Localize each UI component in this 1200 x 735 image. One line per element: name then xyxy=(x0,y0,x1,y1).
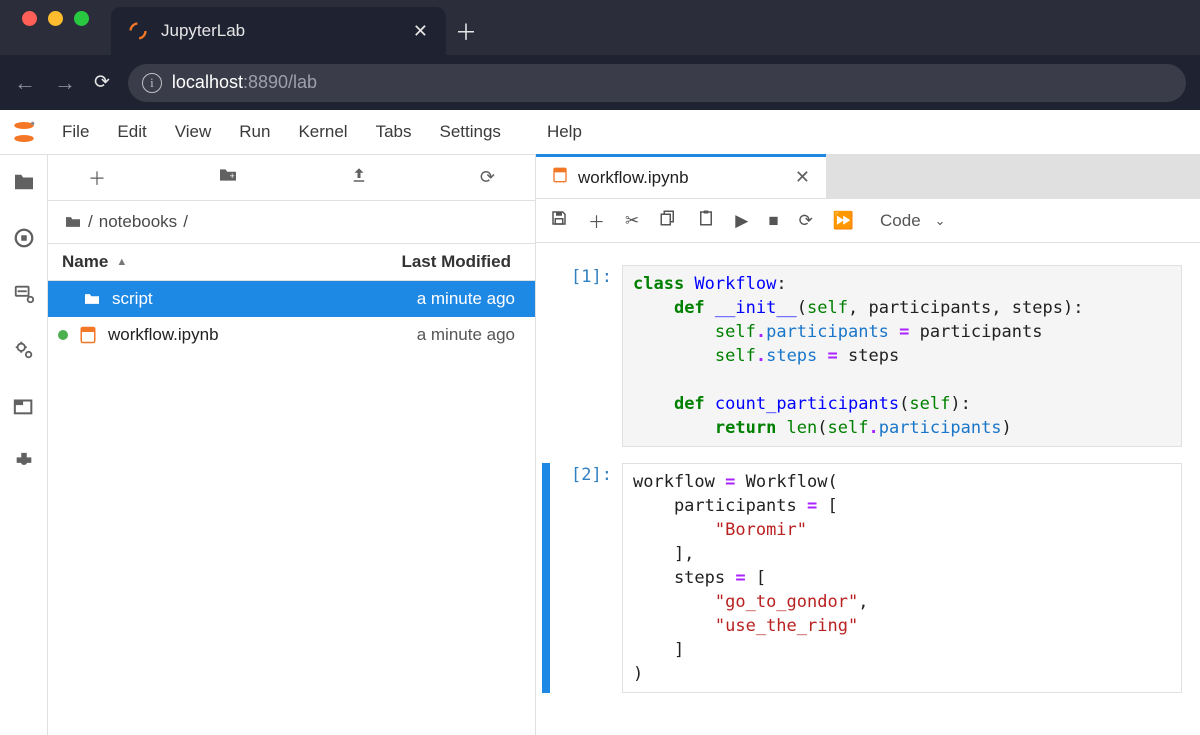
file-modified: a minute ago xyxy=(341,289,521,309)
notebook-icon xyxy=(78,326,98,344)
reload-button[interactable]: ⟳ xyxy=(94,71,110,94)
breadcrumb-sep: / xyxy=(88,212,93,232)
new-tab-button[interactable]: ＋ xyxy=(446,7,486,55)
new-launcher-icon[interactable]: ＋ xyxy=(88,165,106,191)
file-name: script xyxy=(112,289,331,309)
settings-icon[interactable] xyxy=(11,337,37,363)
jupyterlab-body: ＋ + ⟳ / notebooks / Name ▲ Last Modified xyxy=(0,155,1200,735)
copy-icon[interactable] xyxy=(659,209,677,232)
breadcrumb[interactable]: / notebooks / xyxy=(48,201,535,243)
menu-file[interactable]: File xyxy=(48,110,103,154)
cell-source[interactable]: workflow = Workflow( participants = [ "B… xyxy=(622,463,1182,693)
browser-tab[interactable]: JupyterLab ✕ xyxy=(111,7,446,55)
paste-icon[interactable] xyxy=(697,208,715,233)
notebook-cells: [1]:class Workflow: def __init__(self, p… xyxy=(536,243,1200,735)
menu-kernel[interactable]: Kernel xyxy=(284,110,361,154)
url-host: localhost:8890/lab xyxy=(172,72,317,93)
jupyter-logo-icon[interactable] xyxy=(0,110,48,154)
notebook-tab-title: workflow.ipynb xyxy=(578,168,689,188)
extensions-icon[interactable] xyxy=(11,449,37,475)
address-bar: ← → ⟳ i localhost:8890/lab xyxy=(0,55,1200,110)
breadcrumb-sep: / xyxy=(183,212,188,232)
url-field[interactable]: i localhost:8890/lab xyxy=(128,64,1186,102)
new-folder-icon[interactable]: + xyxy=(218,167,238,188)
close-icon[interactable]: ✕ xyxy=(795,167,810,188)
chevron-down-icon: ⌄ xyxy=(935,213,946,229)
notebook-toolbar: ＋ ✂ ▶ ■ ⟳ ⏩ Code ⌄ xyxy=(536,199,1200,243)
file-row-notebook[interactable]: workflow.ipynb a minute ago xyxy=(48,317,535,353)
cut-icon[interactable]: ✂ xyxy=(625,211,639,231)
stop-icon[interactable]: ■ xyxy=(768,211,778,231)
menu-help[interactable]: Help xyxy=(533,110,596,154)
tabs-icon[interactable] xyxy=(11,393,37,419)
left-sidebar-rail xyxy=(0,155,48,735)
jupyterlab-topbar: File Edit View Run Kernel Tabs Settings … xyxy=(0,110,1200,155)
file-browser-list: script a minute ago workflow.ipynb a min… xyxy=(48,281,535,735)
run-all-icon[interactable]: ⏩ xyxy=(833,211,854,231)
code-cell[interactable]: [2]:workflow = Workflow( participants = … xyxy=(542,463,1182,693)
sort-asc-icon: ▲ xyxy=(116,256,127,268)
document-tabs: workflow.ipynb ✕ xyxy=(536,155,1200,199)
upload-icon[interactable] xyxy=(350,166,368,189)
cell-type-select[interactable]: Code ⌄ xyxy=(880,211,946,231)
forward-button[interactable]: → xyxy=(54,70,76,96)
jupyter-favicon-icon xyxy=(129,22,147,40)
menu-view[interactable]: View xyxy=(161,110,226,154)
folder-icon xyxy=(64,215,82,229)
column-header-modified[interactable]: Last Modified xyxy=(341,252,521,272)
file-name: workflow.ipynb xyxy=(108,325,331,345)
file-browser-icon[interactable] xyxy=(11,169,37,195)
cell-prompt: [1]: xyxy=(554,265,622,447)
running-indicator-icon xyxy=(58,330,68,340)
menu-run[interactable]: Run xyxy=(225,110,284,154)
notebook-icon xyxy=(552,167,568,188)
svg-text:+: + xyxy=(230,171,235,181)
cell-prompt: [2]: xyxy=(554,463,622,693)
code-cell[interactable]: [1]:class Workflow: def __init__(self, p… xyxy=(542,265,1182,447)
window-close-icon[interactable] xyxy=(22,11,37,26)
menu-settings[interactable]: Settings xyxy=(426,110,515,154)
cell-active-bar xyxy=(542,463,550,693)
notebook-tab[interactable]: workflow.ipynb ✕ xyxy=(536,154,826,198)
file-row-dir[interactable]: script a minute ago xyxy=(48,281,535,317)
cell-source[interactable]: class Workflow: def __init__(self, parti… xyxy=(622,265,1182,447)
save-icon[interactable] xyxy=(550,209,568,232)
run-icon[interactable]: ▶ xyxy=(735,211,748,231)
menubar: File Edit View Run Kernel Tabs Settings … xyxy=(48,110,596,154)
file-modified: a minute ago xyxy=(341,325,521,345)
restart-icon[interactable]: ⟳ xyxy=(799,211,813,231)
browser-chrome: JupyterLab ✕ ＋ ← → ⟳ i localhost:8890/la… xyxy=(0,0,1200,110)
refresh-icon[interactable]: ⟳ xyxy=(480,167,495,188)
breadcrumb-folder[interactable]: notebooks xyxy=(99,212,177,232)
menu-edit[interactable]: Edit xyxy=(103,110,160,154)
window-minimize-icon[interactable] xyxy=(48,11,63,26)
browser-tab-strip: JupyterLab ✕ ＋ xyxy=(0,0,1200,55)
site-info-icon[interactable]: i xyxy=(142,73,162,93)
window-zoom-icon[interactable] xyxy=(74,11,89,26)
folder-icon xyxy=(82,292,102,306)
close-icon[interactable]: ✕ xyxy=(413,21,428,42)
running-kernels-icon[interactable] xyxy=(11,225,37,251)
file-browser-panel: ＋ + ⟳ / notebooks / Name ▲ Last Modified xyxy=(48,155,536,735)
file-browser-toolbar: ＋ + ⟳ xyxy=(48,155,535,201)
file-browser-header: Name ▲ Last Modified xyxy=(48,243,535,281)
window-controls xyxy=(10,11,101,44)
column-header-name[interactable]: Name ▲ xyxy=(62,252,341,272)
menu-tabs[interactable]: Tabs xyxy=(362,110,426,154)
insert-cell-icon[interactable]: ＋ xyxy=(588,208,605,233)
browser-tab-title: JupyterLab xyxy=(161,21,399,41)
main-area: workflow.ipynb ✕ ＋ ✂ ▶ ■ ⟳ ⏩ Code ⌄ xyxy=(536,155,1200,735)
cell-active-bar xyxy=(542,265,550,447)
git-icon[interactable] xyxy=(11,281,37,307)
back-button[interactable]: ← xyxy=(14,70,36,96)
